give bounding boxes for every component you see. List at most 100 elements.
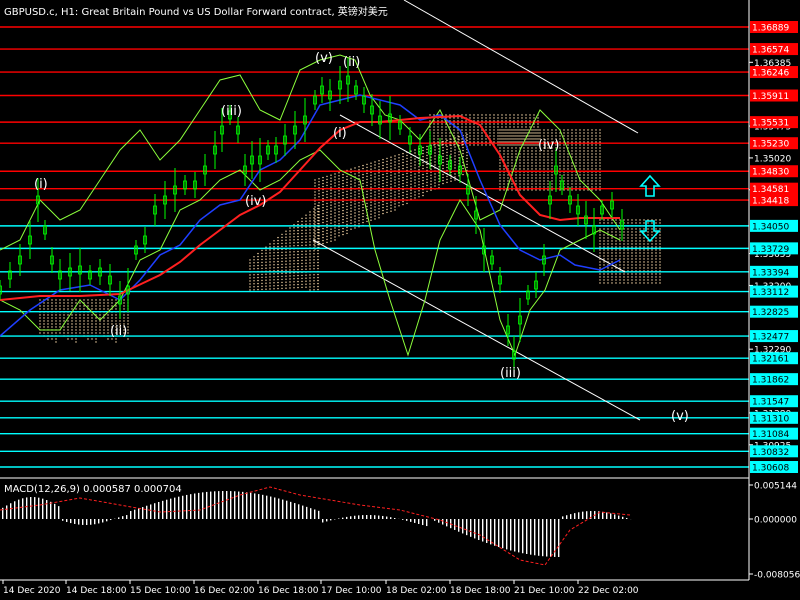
cloud-dot — [374, 191, 376, 193]
cloud-dot — [449, 141, 451, 143]
cloud-dot — [567, 189, 569, 191]
resistance-price-label: 1.35531 — [752, 119, 789, 129]
cloud-dot — [441, 144, 443, 146]
cloud-dot — [434, 176, 436, 178]
cloud-dot — [422, 167, 424, 170]
cloud-dot — [599, 153, 601, 155]
wave-label: (iv) — [538, 138, 559, 153]
cloud-dot — [253, 265, 255, 267]
cloud-dot — [326, 220, 328, 223]
cloud-dot — [587, 162, 589, 164]
cloud-dot — [489, 132, 491, 134]
cloud-dot — [338, 193, 340, 195]
cloud-dot — [603, 276, 605, 278]
time-tick-label: 15 Dec 10:00 — [130, 586, 191, 596]
cloud-dot — [575, 165, 577, 167]
cloud-dot — [461, 123, 463, 125]
cloud-dot — [659, 282, 661, 284]
cloud-dot — [430, 177, 432, 179]
cloud-dot — [67, 326, 69, 328]
macd-tick-label: 0.005144 — [754, 482, 797, 492]
cloud-dot — [273, 288, 275, 290]
cloud-dot — [473, 144, 475, 146]
cloud-dot — [587, 177, 589, 179]
cloud-dot — [265, 288, 267, 290]
cloud-dot — [426, 148, 428, 151]
cloud-dot — [485, 138, 487, 140]
cloud-dot — [647, 276, 649, 278]
cloud-dot — [607, 246, 609, 248]
cloud-dot — [434, 173, 436, 175]
cloud-dot — [309, 274, 311, 276]
cloud-dot — [338, 214, 340, 216]
cloud-dot — [529, 126, 531, 128]
cloud-dot — [366, 205, 368, 208]
cloud-dot — [330, 219, 332, 221]
cloud-dot — [297, 259, 299, 262]
cloud-dot — [481, 135, 483, 137]
cloud-dot — [583, 132, 585, 134]
macd-bar — [534, 519, 536, 556]
macd-panel[interactable]: 0.0051440.000000-0.008056 — [0, 482, 800, 581]
cloud-dot — [434, 161, 436, 163]
cloud-dot — [489, 123, 491, 125]
cloud-dot — [631, 240, 633, 242]
cloud-dot — [87, 323, 89, 325]
cloud-dot — [305, 241, 307, 243]
cloud-dot — [547, 132, 549, 134]
cloud-dot — [547, 153, 549, 155]
cloud-dot — [273, 255, 275, 257]
cloud-dot — [39, 305, 41, 307]
cloud-dot — [390, 156, 392, 158]
cloud-dot — [543, 135, 545, 137]
cloud-dot — [103, 308, 105, 310]
cloud-dot — [465, 132, 467, 134]
cloud-dot — [563, 156, 565, 158]
cloud-dot — [313, 274, 315, 276]
cloud-dot — [513, 117, 515, 119]
cloud-dot — [374, 203, 376, 205]
cloud-dot — [313, 250, 315, 252]
cloud-dot — [317, 267, 319, 270]
resistance-price-label: 1.36889 — [752, 24, 789, 34]
cloud-dot — [79, 305, 81, 307]
cloud-dot — [314, 218, 316, 220]
cloud-dot — [313, 214, 315, 216]
cloud-dot — [79, 317, 81, 319]
cloud-dot — [362, 200, 364, 203]
cloud-dot — [567, 132, 569, 134]
cloud-dot — [322, 203, 324, 206]
cloud-dot — [635, 276, 637, 278]
cloud-dot — [257, 255, 259, 258]
cloud-dot — [611, 249, 613, 251]
cloud-dot — [555, 129, 557, 131]
cloud-dot — [322, 242, 324, 245]
cloud-dot — [611, 276, 613, 278]
trading-chart[interactable]: (i) (ii) (iii) (iv) (v) (ii) (i) (iii) (… — [0, 0, 800, 600]
macd-bar — [570, 514, 572, 519]
cloud-dot — [378, 160, 380, 162]
cloud-dot — [465, 138, 467, 140]
cloud-dot — [639, 264, 641, 266]
cloud-dot — [643, 282, 645, 284]
cloud-dot — [611, 231, 613, 233]
cloud-dot — [123, 308, 125, 310]
cloud-dot — [354, 221, 356, 223]
cloud-dot — [59, 299, 61, 301]
cloud-dot — [461, 114, 463, 116]
cloud-dot — [386, 202, 388, 205]
cloud-dot — [285, 251, 287, 253]
cloud-dot — [374, 194, 376, 196]
cloud-dot — [454, 158, 456, 160]
cloud-dot — [437, 138, 439, 140]
cloud-dot — [362, 173, 364, 176]
cloud-dot — [43, 305, 45, 307]
cloud-dot — [635, 261, 637, 263]
cloud-dot — [511, 129, 513, 131]
cloud-dot — [615, 279, 617, 281]
macd-bar — [34, 497, 36, 519]
cloud-dot — [535, 189, 537, 191]
cloud-dot — [477, 135, 479, 137]
cloud-dot — [293, 257, 295, 259]
macd-bar — [210, 491, 212, 519]
